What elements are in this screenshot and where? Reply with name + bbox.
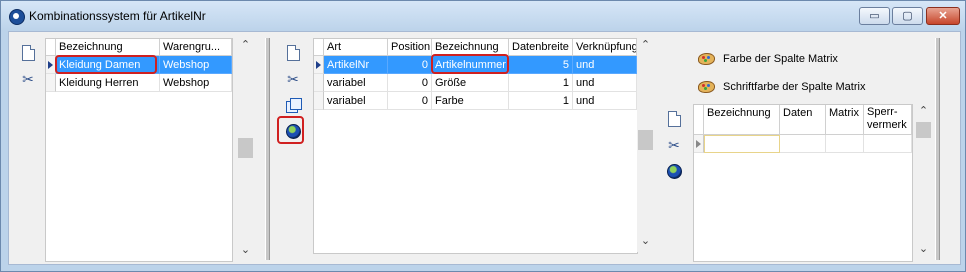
- cell-datenbreite[interactable]: 5: [509, 56, 573, 74]
- current-row-icon: [48, 61, 53, 69]
- cell-position[interactable]: 0: [388, 56, 432, 74]
- cell-datenbreite[interactable]: 1: [509, 74, 573, 92]
- cell-verknuepfung[interactable]: und: [573, 56, 637, 74]
- middle-scrollbar[interactable]: ⌃ ⌄: [637, 38, 654, 252]
- main-window: Kombinationssystem für ArtikelNr ▭ ▢ ✕ ✂…: [0, 0, 966, 272]
- palette-icon: [697, 81, 715, 93]
- highlight-marker: [277, 116, 304, 144]
- scroll-down-icon[interactable]: ⌄: [637, 234, 654, 247]
- cell-daten[interactable]: [780, 135, 826, 153]
- left-scrollbar[interactable]: ⌃ ⌄: [237, 38, 254, 260]
- cell-bezeichnung[interactable]: Kleidung Herren: [56, 74, 160, 92]
- cell-datenbreite[interactable]: 1: [509, 92, 573, 110]
- header-line: vermerk: [867, 119, 907, 131]
- column-header-matrix[interactable]: Matrix: [826, 105, 864, 135]
- column-header-bezeichnung[interactable]: Bezeichnung: [704, 105, 780, 135]
- cell-position[interactable]: 0: [388, 74, 432, 92]
- globe-icon: [666, 163, 682, 179]
- cell-warengruppe[interactable]: Webshop: [160, 74, 232, 92]
- column-header-position[interactable]: Position: [388, 39, 432, 56]
- scroll-thumb[interactable]: [638, 130, 653, 150]
- cell-verknuepfung[interactable]: und: [573, 74, 637, 92]
- cell-bezeichnung[interactable]: Farbe: [432, 92, 509, 110]
- cell-art[interactable]: variabel: [324, 74, 388, 92]
- highlight-marker: [55, 55, 157, 74]
- client-area: ✂ Bezeichnung Warengru... Kleidung Damen…: [8, 31, 961, 265]
- row-header-corner: [314, 39, 324, 56]
- scroll-up-icon[interactable]: ⌃: [637, 38, 654, 51]
- close-button[interactable]: ✕: [926, 7, 960, 25]
- palette-icon: [697, 53, 715, 65]
- cell-matrix[interactable]: [826, 135, 864, 153]
- title-bar: Kombinationssystem für ArtikelNr ▭ ▢ ✕: [1, 1, 965, 31]
- new-button[interactable]: [284, 44, 302, 62]
- cell-art[interactable]: ArtikelNr: [324, 56, 388, 74]
- row-header-corner: [46, 39, 56, 56]
- scissors-icon: ✂: [668, 137, 680, 153]
- row-indicator: [314, 92, 324, 110]
- column-header-verknuepfung[interactable]: Verknüpfung: [573, 39, 637, 56]
- font-color-matrix-label[interactable]: Schriftfarbe der Spalte Matrix: [723, 81, 865, 93]
- column-header-warengruppe[interactable]: Warengru...: [160, 39, 232, 56]
- current-row-icon: [316, 61, 321, 69]
- cut-button[interactable]: ✂: [284, 70, 302, 88]
- cut-button[interactable]: ✂: [665, 136, 683, 154]
- new-button[interactable]: [19, 44, 37, 62]
- right-splitter[interactable]: [935, 38, 940, 260]
- document-icon: [667, 111, 681, 127]
- row-indicator: [314, 56, 324, 74]
- minimize-button[interactable]: ▭: [859, 7, 890, 25]
- cell-sperrvermerk[interactable]: [864, 135, 912, 153]
- column-header-bezeichnung[interactable]: Bezeichnung: [56, 39, 160, 56]
- document-icon: [21, 45, 35, 61]
- app-logo-icon: [9, 9, 25, 25]
- scissors-icon: ✂: [22, 71, 34, 87]
- new-row-icon: [696, 140, 701, 148]
- left-splitter[interactable]: [265, 38, 270, 260]
- scroll-thumb[interactable]: [916, 122, 931, 138]
- row-header-corner: [694, 105, 704, 135]
- right-grid: Bezeichnung Daten Matrix Sperr- vermerk: [693, 104, 913, 262]
- window-title: Kombinationssystem für ArtikelNr: [29, 9, 206, 23]
- column-header-daten[interactable]: Daten: [780, 105, 826, 135]
- column-header-art[interactable]: Art: [324, 39, 388, 56]
- cell-verknuepfung[interactable]: und: [573, 92, 637, 110]
- close-icon: ✕: [938, 10, 948, 22]
- copy-button[interactable]: [284, 96, 302, 114]
- scroll-down-icon[interactable]: ⌄: [915, 242, 932, 255]
- scissors-icon: ✂: [287, 71, 299, 87]
- minimize-icon: ▭: [869, 10, 880, 22]
- color-column-button[interactable]: [697, 50, 715, 68]
- cell-position[interactable]: 0: [388, 92, 432, 110]
- cell-bezeichnung[interactable]: Größe: [432, 74, 509, 92]
- scroll-up-icon[interactable]: ⌃: [237, 38, 254, 51]
- cell-warengruppe[interactable]: Webshop: [160, 56, 232, 74]
- copy-icon: [286, 98, 302, 113]
- maximize-icon: ▢: [902, 10, 913, 22]
- scroll-thumb[interactable]: [238, 138, 253, 158]
- header-line: Sperr-: [867, 106, 898, 118]
- cut-button[interactable]: ✂: [19, 70, 37, 88]
- font-color-column-button[interactable]: [697, 78, 715, 96]
- row-indicator: [314, 74, 324, 92]
- row-indicator: [46, 74, 56, 92]
- column-header-datenbreite[interactable]: Datenbreite: [509, 39, 573, 56]
- globe-button[interactable]: [665, 162, 683, 180]
- highlight-marker: [431, 54, 509, 74]
- document-icon: [286, 45, 300, 61]
- scroll-up-icon[interactable]: ⌃: [915, 104, 932, 117]
- column-header-sperrvermerk[interactable]: Sperr- vermerk: [864, 105, 912, 135]
- cell-art[interactable]: variabel: [324, 92, 388, 110]
- maximize-button[interactable]: ▢: [892, 7, 923, 25]
- scroll-down-icon[interactable]: ⌄: [237, 243, 254, 256]
- cell-bezeichnung[interactable]: [704, 135, 780, 153]
- right-scrollbar[interactable]: ⌃ ⌄: [915, 104, 932, 260]
- new-button[interactable]: [665, 110, 683, 128]
- color-matrix-label[interactable]: Farbe der Spalte Matrix: [723, 53, 838, 65]
- row-indicator: [694, 135, 704, 153]
